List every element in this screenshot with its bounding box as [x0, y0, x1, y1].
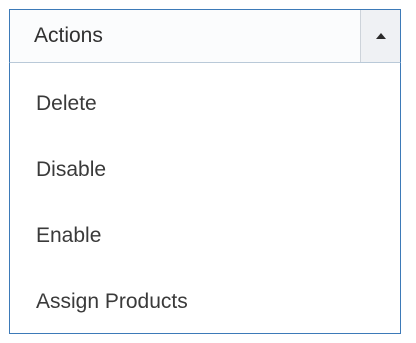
- menu-item-delete[interactable]: Delete: [10, 71, 400, 137]
- actions-select-button[interactable]: Actions: [9, 9, 401, 63]
- caret-up-icon: [375, 33, 386, 39]
- menu-item-enable[interactable]: Enable: [10, 203, 400, 269]
- actions-select-label: Actions: [34, 24, 103, 47]
- actions-dropdown: Actions Delete Disable Enable Assign Pro…: [9, 9, 403, 334]
- menu-item-assign-products[interactable]: Assign Products: [10, 269, 400, 335]
- dropdown-toggle[interactable]: [360, 10, 400, 62]
- actions-menu: Delete Disable Enable Assign Products: [9, 62, 401, 334]
- menu-item-disable[interactable]: Disable: [10, 137, 400, 203]
